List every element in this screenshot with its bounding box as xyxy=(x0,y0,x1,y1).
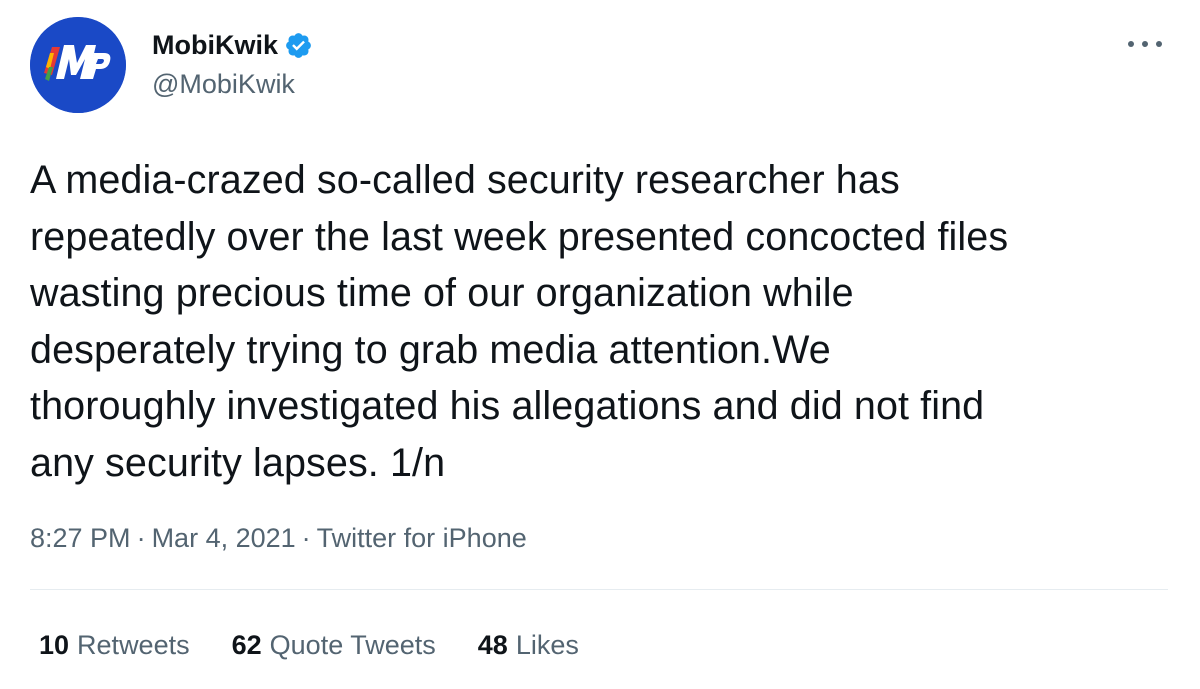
divider xyxy=(30,589,1168,590)
tweet-meta: 8:27 PM · Mar 4, 2021 · Twitter for iPhone xyxy=(30,519,527,557)
meta-separator: · xyxy=(136,523,146,553)
engagement-stats: 10 Retweets 62 Quote Tweets 48 Likes xyxy=(39,625,579,665)
meta-separator: · xyxy=(301,523,311,553)
author-name[interactable]: MobiKwik xyxy=(152,25,278,65)
tweet-text: A media-crazed so-called security resear… xyxy=(30,152,1180,491)
tweet-text-line: wasting precious time of our organizatio… xyxy=(30,271,854,315)
tweet-time-link[interactable]: 8:27 PM xyxy=(30,523,131,553)
tweet-text-line: desperately trying to grab media attenti… xyxy=(30,327,831,372)
tweet-text-line: any security lapses. 1/n xyxy=(30,440,446,485)
quote-tweets-stat-link[interactable]: 62 Quote Tweets xyxy=(232,625,436,665)
tweet-source-link[interactable]: Twitter for iPhone xyxy=(317,523,527,553)
likes-count: 48 xyxy=(477,630,508,660)
likes-stat-link[interactable]: 48 Likes xyxy=(478,625,579,665)
tweet-date-link[interactable]: Mar 4, 2021 xyxy=(152,523,296,553)
tweet-card: MobiKwik @MobiKwik A media-crazed so-cal… xyxy=(0,0,1200,689)
quote-tweets-label: Quote Tweets xyxy=(269,630,436,660)
likes-label: Likes xyxy=(515,630,579,660)
tweet-text-line: A media-crazed so-called security resear… xyxy=(30,158,900,202)
retweets-stat-link[interactable]: 10 Retweets xyxy=(39,625,190,665)
tweet-text-line: thoroughly investigated his allegations … xyxy=(30,384,985,428)
author-handle[interactable]: @MobiKwik xyxy=(152,66,295,102)
tweet-text-line: repeatedly over the last week presented … xyxy=(30,214,1009,259)
more-options-button[interactable] xyxy=(1118,24,1172,64)
author-name-row: MobiKwik xyxy=(152,25,313,65)
retweets-count: 10 xyxy=(39,630,70,660)
verified-badge-icon xyxy=(284,31,313,60)
more-horizontal-icon xyxy=(1128,41,1162,47)
avatar[interactable] xyxy=(30,17,126,113)
retweets-label: Retweets xyxy=(77,630,190,660)
quote-tweets-count: 62 xyxy=(231,630,262,660)
mobikwik-logo-icon xyxy=(30,17,126,113)
